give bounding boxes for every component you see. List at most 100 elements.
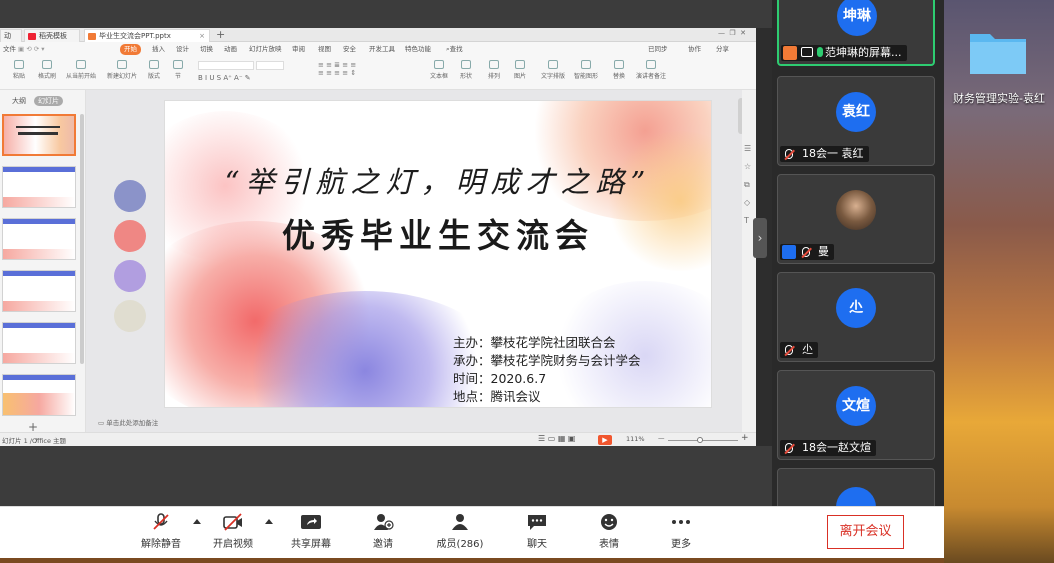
paragraph-controls[interactable]: ≡ ≡ ≣ ≡ ≡ ≡ ≡ ≡ ≡ ⇕ <box>318 61 418 83</box>
video-options-caret[interactable] <box>265 519 273 524</box>
text-layout-button[interactable]: 文字排版 <box>540 60 566 86</box>
new-tab-button[interactable]: + <box>216 28 225 41</box>
paste-button[interactable]: 粘贴 <box>8 60 30 86</box>
menu-switch[interactable]: 切换 <box>200 44 213 55</box>
chat-button[interactable]: 聊天 <box>507 513 567 550</box>
text-format-row[interactable]: B I U S A⁺ A⁻ ✎ <box>198 74 308 82</box>
font-size-select[interactable] <box>256 61 284 70</box>
current-slide[interactable]: “举引航之灯，明成才之路” 优秀毕业生交流会 主办：攀枝花学院社团联合会 承办：… <box>164 100 712 408</box>
menu-bar: 文件 ▣ ⟲ ⟳ ▾ 开始 插入 设计 切换 动画 幻灯片放映 审阅 视图 安全… <box>0 42 756 57</box>
slide-thumbnail-6[interactable] <box>2 374 76 416</box>
participant-tile-2[interactable]: 袁红 18会一 袁红 <box>777 76 935 166</box>
textbox-button[interactable]: 文本框 <box>428 60 450 86</box>
shared-screen: 动 稻壳模板 毕业生交流会PPT.pptx × + — ❐ ✕ 文件 ▣ ⟲ ⟳ … <box>0 0 772 506</box>
tab-outline[interactable]: 大纲 <box>12 96 26 106</box>
tab-home[interactable]: 动 <box>0 29 22 42</box>
window-controls[interactable]: — ❐ ✕ <box>718 29 746 37</box>
start-video-button[interactable]: 开启视频 <box>203 513 263 550</box>
menu-review[interactable]: 审阅 <box>292 44 305 55</box>
tab-template[interactable]: 稻壳模板 <box>24 29 80 42</box>
zoom-in-icon[interactable]: + <box>741 433 749 443</box>
emoji-button[interactable]: 表情 <box>579 513 639 550</box>
menu-search[interactable]: ⌕查找 <box>446 44 463 55</box>
document-tab-bar: 动 稻壳模板 毕业生交流会PPT.pptx × + — ❐ ✕ <box>0 28 756 42</box>
shape-button[interactable]: 形状 <box>456 60 476 86</box>
menu-file[interactable]: 文件 <box>3 44 16 55</box>
layout-button[interactable]: 版式 <box>144 60 164 86</box>
members-button[interactable]: 成员(286) <box>424 513 496 550</box>
menu-security[interactable]: 安全 <box>343 44 356 55</box>
slide-thumbnail-3[interactable] <box>2 218 76 260</box>
folder-label[interactable]: 财务管理实验-袁红 <box>944 90 1054 106</box>
leave-meeting-button[interactable]: 离开会议 <box>827 515 904 549</box>
slide-thumbnail-4[interactable] <box>2 270 76 312</box>
participant-tile-1[interactable]: 坤琳 范坤琳的屏幕... <box>777 0 935 66</box>
user-icon <box>782 245 796 259</box>
brush-icon <box>42 60 52 69</box>
speaker-notes-button[interactable]: 演讲者备注 <box>636 60 666 86</box>
participant-tile-3[interactable]: 曼 <box>777 174 935 264</box>
participant-name: 18会一赵文煊 <box>780 440 876 456</box>
thumbnail-scrollbar[interactable] <box>80 114 84 364</box>
template-icon <box>28 33 36 40</box>
new-slide-icon <box>117 60 127 69</box>
folder-icon[interactable] <box>968 28 1028 76</box>
invite-button[interactable]: 邀请 <box>353 513 413 550</box>
side-tool-icons[interactable]: ☰ ☆ ⧉ ◇ T <box>744 140 751 230</box>
slide-thumbnail-5[interactable] <box>2 322 76 364</box>
play-slideshow-button[interactable]: ▶ <box>598 435 612 445</box>
screen-share-icon <box>801 47 813 57</box>
more-button[interactable]: 更多 <box>651 513 711 550</box>
format-painter-button[interactable]: 格式刷 <box>34 60 60 86</box>
menu-insert[interactable]: 插入 <box>152 44 165 55</box>
smart-graphic-icon <box>581 60 591 69</box>
collab-button[interactable]: 协作 <box>688 44 701 55</box>
picture-icon <box>515 60 525 69</box>
slide-info-block: 主办：攀枝花学院社团联合会 承办：攀枝花学院财务与会计学会 时间：2020.6.… <box>453 334 641 406</box>
color-swatch-blue <box>114 180 146 212</box>
smart-graphic-button[interactable]: 智能图形 <box>570 60 602 86</box>
slide-thumbnail-1[interactable] <box>2 114 76 156</box>
zoom-out-icon[interactable]: — <box>658 434 665 442</box>
share-screen-button[interactable]: 共享屏幕 <box>281 513 341 550</box>
replace-button[interactable]: 替换 <box>608 60 630 86</box>
mic-on-icon <box>817 47 823 57</box>
mute-options-caret[interactable] <box>193 519 201 524</box>
participant-name: 18会一 袁红 <box>780 146 869 162</box>
share-doc-button[interactable]: 分享 <box>716 44 729 55</box>
participant-name: 范坤琳的屏幕... <box>781 45 907 61</box>
section-button[interactable]: 节 <box>168 60 188 86</box>
menu-slideshow[interactable]: 幻灯片放映 <box>249 44 282 55</box>
participant-tile-4[interactable]: 尐 尐 <box>777 272 935 362</box>
slide-title-line1: “举引航之灯，明成才之路” <box>224 165 652 199</box>
unmute-button[interactable]: 解除静音 <box>131 513 191 550</box>
tab-document[interactable]: 毕业生交流会PPT.pptx × <box>84 29 210 42</box>
camera-off-icon <box>223 513 242 531</box>
new-slide-button[interactable]: 新建幻灯片 <box>104 60 140 86</box>
participant-name: 曼 <box>780 244 834 260</box>
arrange-icon <box>489 60 499 69</box>
participant-name: 尐 <box>780 342 818 358</box>
zoom-slider-thumb[interactable] <box>697 437 703 443</box>
picture-button[interactable]: 图片 <box>508 60 532 86</box>
menu-quick-icons[interactable]: ▣ ⟲ ⟳ ▾ <box>18 44 45 55</box>
participant-tile-5[interactable]: 文煊 18会一赵文煊 <box>777 370 935 460</box>
menu-start[interactable]: 开始 <box>120 44 141 55</box>
tab-slides[interactable]: 幻灯片 <box>34 96 63 106</box>
view-mode-icons[interactable]: ☰ ▭ ▦ ▣ <box>538 434 575 443</box>
menu-animation[interactable]: 动画 <box>224 44 237 55</box>
slide-thumbnail-2[interactable] <box>2 166 76 208</box>
more-icon <box>672 520 690 524</box>
menu-devtools[interactable]: 开发工具 <box>369 44 395 55</box>
menu-view[interactable]: 视图 <box>318 44 331 55</box>
notes-bar[interactable]: ▭ 单击此处添加备注 <box>86 416 750 430</box>
zoom-slider[interactable] <box>668 440 738 441</box>
menu-features[interactable]: 特色功能 <box>405 44 431 55</box>
sync-status[interactable]: 已同步 <box>648 44 668 55</box>
play-from-current-button[interactable]: 从当前开始 <box>64 60 98 86</box>
text-layout-icon <box>548 60 558 69</box>
menu-design[interactable]: 设计 <box>176 44 189 55</box>
arrange-button[interactable]: 排列 <box>482 60 506 86</box>
font-select[interactable] <box>198 61 254 70</box>
collapse-handle[interactable]: › <box>753 218 767 258</box>
